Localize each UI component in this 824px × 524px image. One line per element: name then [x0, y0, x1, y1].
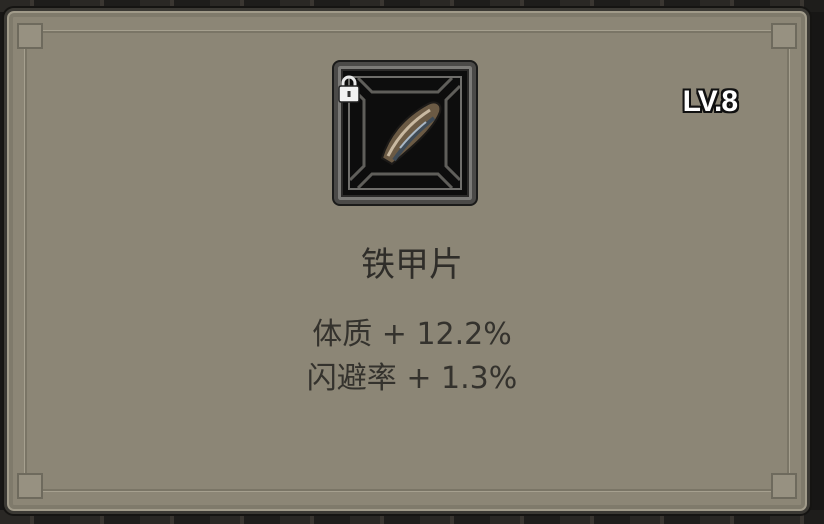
lock-icon [338, 75, 360, 103]
item-level: LV.8 [682, 85, 738, 118]
armor-plate-icon [350, 78, 460, 188]
game-scene: LV.8 铁甲片 体质 + 12.2% 闪避率 + 1.3% [0, 0, 824, 524]
corner-ornament [17, 473, 43, 499]
item-name: 铁甲片 [361, 245, 463, 285]
stat-line: 闪避率 + 1.3% [306, 361, 518, 396]
corner-ornament [771, 473, 797, 499]
item-stats: 体质 + 12.2% 闪避率 + 1.3% [7, 313, 817, 401]
corner-ornament [17, 23, 43, 49]
corner-ornament [771, 23, 797, 49]
stat-line: 体质 + 12.2% [312, 317, 512, 352]
